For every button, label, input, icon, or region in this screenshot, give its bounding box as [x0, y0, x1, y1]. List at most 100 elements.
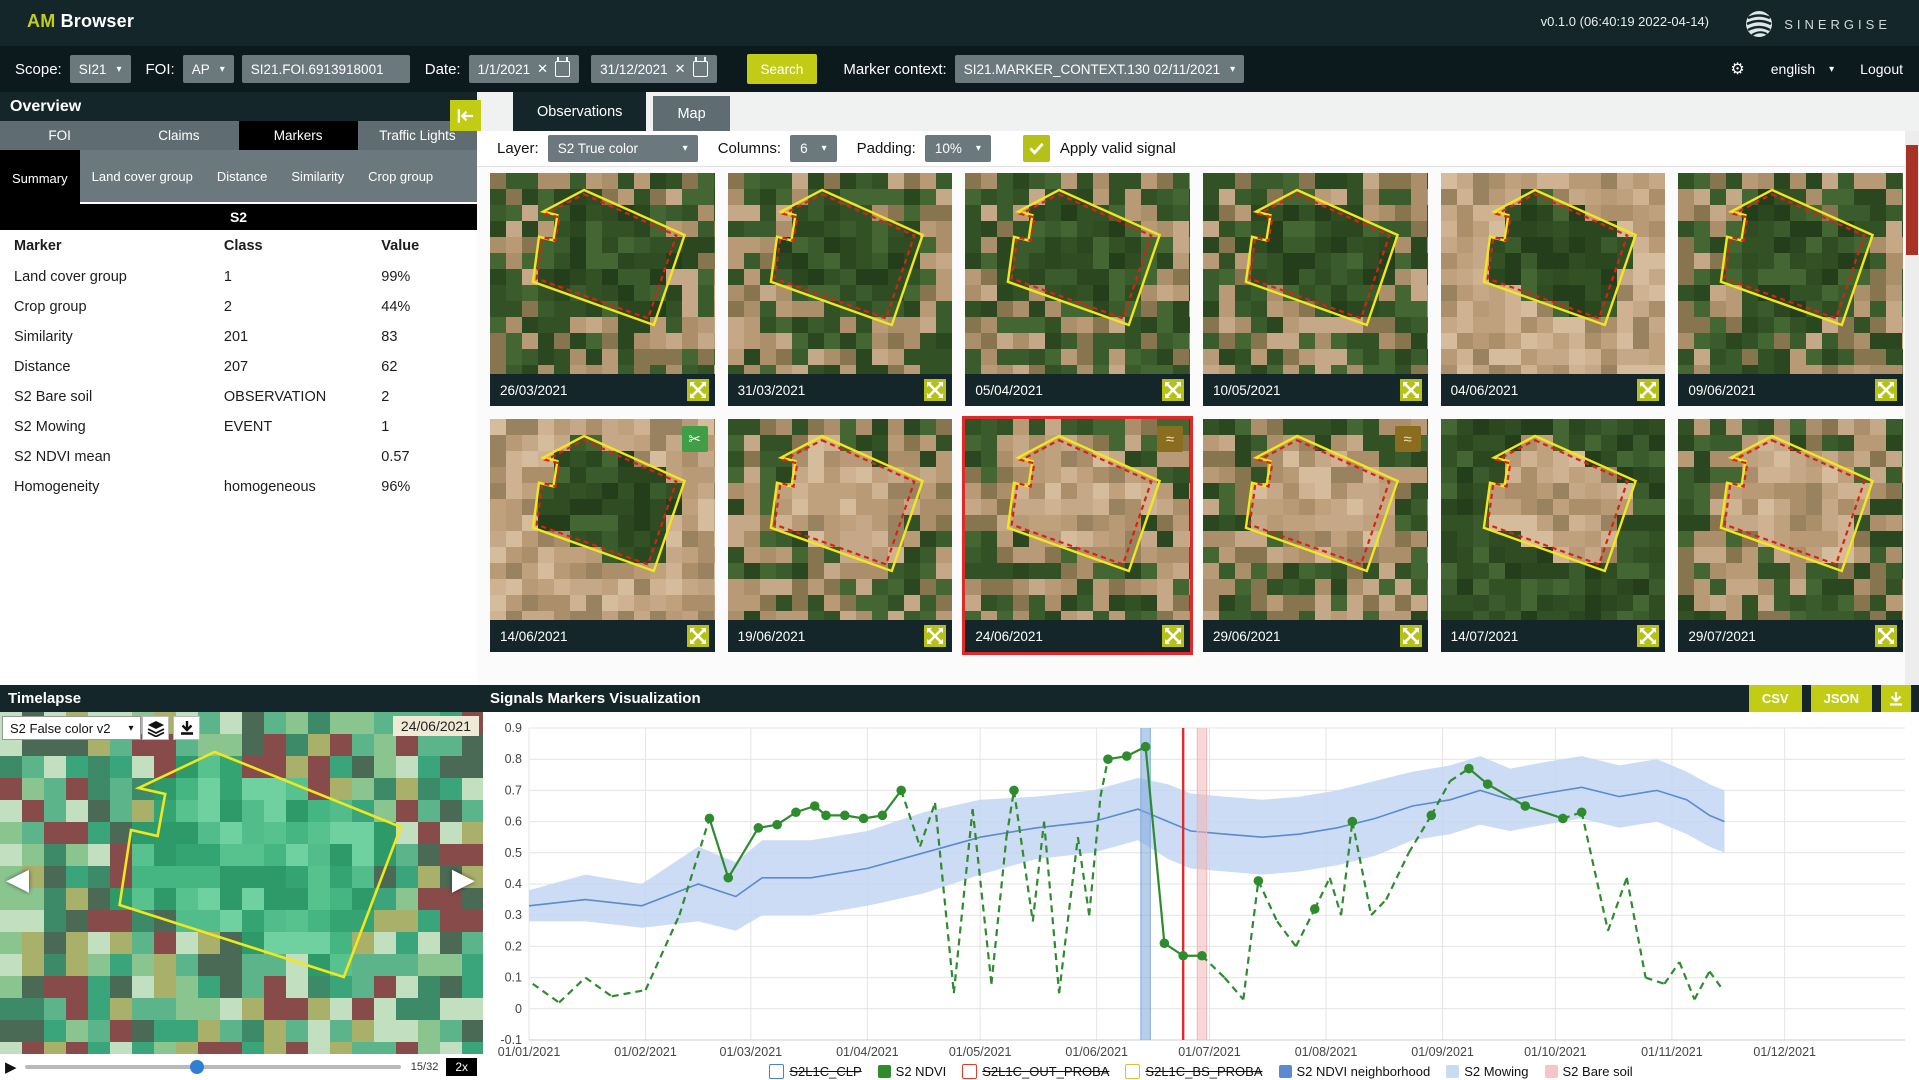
observation-tile-bar: 26/03/2021 [490, 374, 715, 406]
date-to-input[interactable]: 31/12/2021 ✕ [591, 55, 716, 83]
gear-icon[interactable]: ⚙ [1730, 59, 1744, 79]
download-icon [1888, 691, 1904, 707]
legend-label: S2L1C_OUT_PROBA [982, 1064, 1109, 1079]
observation-tile[interactable]: ≈24/06/2021 [965, 419, 1190, 652]
chart-download-button[interactable] [1881, 685, 1911, 712]
foi-id-input[interactable]: SI21.FOI.6913918001 [242, 55, 410, 83]
legend-item-s2l1c-out-proba[interactable]: S2L1C_OUT_PROBA [962, 1064, 1109, 1079]
expand-icon[interactable] [1400, 625, 1422, 647]
expand-icon[interactable] [687, 625, 709, 647]
observation-image[interactable] [728, 173, 953, 374]
play-button[interactable]: ▶ [5, 1058, 17, 1076]
grid-scrollbar-thumb[interactable] [1906, 145, 1918, 255]
logout-button[interactable]: Logout [1860, 61, 1903, 77]
sidebar-tab-claims[interactable]: Claims [119, 121, 238, 150]
timelapse-layer-select[interactable]: S2 False color v2▾ [2, 716, 141, 740]
expand-icon[interactable] [1875, 625, 1897, 647]
scope-select[interactable]: SI21▾ [70, 55, 131, 83]
observation-image[interactable] [1441, 419, 1666, 620]
date-from-input[interactable]: 1/1/2021 ✕ [469, 55, 579, 83]
columns-select[interactable]: 6▾ [790, 135, 837, 162]
apply-valid-signal-checkbox[interactable] [1023, 135, 1050, 162]
timelapse-slider[interactable] [25, 1065, 401, 1069]
json-export-button[interactable]: JSON [1811, 685, 1872, 712]
sidebar-tab-markers[interactable]: Markers [239, 121, 358, 150]
observation-tile[interactable]: 09/06/2021 [1678, 173, 1903, 406]
csv-export-button[interactable]: CSV [1749, 685, 1802, 712]
marker-context-select[interactable]: SI21.MARKER_CONTEXT.130 02/11/2021▾ [955, 55, 1244, 83]
previous-frame-arrow[interactable]: ◀ [6, 862, 29, 897]
check-icon [1029, 142, 1044, 155]
table-cell: EVENT [210, 412, 367, 442]
next-frame-arrow[interactable]: ▶ [452, 862, 475, 897]
timelapse-slider-thumb[interactable] [190, 1060, 204, 1074]
observation-tile[interactable]: ≈29/06/2021 [1203, 419, 1428, 652]
expand-icon[interactable] [687, 379, 709, 401]
observation-image[interactable] [1678, 173, 1903, 374]
search-button[interactable]: Search [747, 54, 818, 84]
observation-tile[interactable]: 19/06/2021 [728, 419, 953, 652]
tab-observations[interactable]: Observations [513, 92, 646, 131]
observation-image[interactable] [1678, 419, 1903, 620]
observation-tile[interactable]: 26/03/2021 [490, 173, 715, 406]
clear-date-icon[interactable]: ✕ [675, 61, 686, 77]
observation-image[interactable] [1203, 173, 1428, 374]
observation-image[interactable]: ≈ [965, 419, 1190, 620]
sidebar-subtab-summary[interactable]: Summary [0, 150, 80, 206]
expand-icon[interactable] [1162, 379, 1184, 401]
overview-title: Overview [0, 92, 477, 121]
layer-select[interactable]: S2 True color▾ [548, 135, 698, 162]
legend-label: S2L1C_CLP [789, 1064, 861, 1079]
sidebar-tab-foi[interactable]: FOI [0, 121, 119, 150]
table-cell: 207 [210, 352, 367, 382]
observation-tile[interactable]: 31/03/2021 [728, 173, 953, 406]
observation-image[interactable]: ≈ [1203, 419, 1428, 620]
expand-icon[interactable] [924, 625, 946, 647]
calendar-icon[interactable] [555, 61, 570, 77]
tab-map[interactable]: Map [653, 96, 729, 131]
timelapse-layers-button[interactable] [142, 716, 169, 740]
calendar-icon[interactable] [693, 61, 708, 77]
observation-tile[interactable]: 29/07/2021 [1678, 419, 1903, 652]
observation-image[interactable] [965, 173, 1190, 374]
expand-icon[interactable] [1875, 379, 1897, 401]
signals-chart-panel: 0.90.80.70.60.50.40.30.20.10-0.101/01/20… [483, 712, 1919, 1080]
timelapse-download-button[interactable] [173, 716, 200, 740]
legend-item-s2-ndvi[interactable]: S2 NDVI [878, 1064, 947, 1079]
observation-image[interactable] [1441, 173, 1666, 374]
sidebar-subtab-crop-group[interactable]: Crop group [356, 150, 445, 202]
observation-image[interactable]: ✂ [490, 419, 715, 620]
padding-select[interactable]: 10%▾ [925, 135, 991, 162]
sidebar-subtab-land-cover-group[interactable]: Land cover group [80, 150, 205, 202]
expand-icon[interactable] [924, 379, 946, 401]
observation-tile[interactable]: 05/04/2021 [965, 173, 1190, 406]
bare-soil-icon: ≈ [1157, 426, 1183, 452]
observation-tile[interactable]: 10/05/2021 [1203, 173, 1428, 406]
legend-item-s2l1c-clp[interactable]: S2L1C_CLP [769, 1064, 861, 1079]
expand-icon[interactable] [1637, 379, 1659, 401]
observation-date: 26/03/2021 [500, 383, 568, 398]
signals-chart: 0.90.80.70.60.50.40.30.20.10-0.101/01/20… [483, 712, 1919, 1056]
observation-tile[interactable]: 04/06/2021 [1441, 173, 1666, 406]
expand-icon[interactable] [1637, 625, 1659, 647]
observation-tile[interactable]: ✂14/06/2021 [490, 419, 715, 652]
sidebar-subtab-distance[interactable]: Distance [205, 150, 280, 202]
table-row: S2 MowingEVENT1 [0, 412, 477, 442]
playback-speed-button[interactable]: 2x [446, 1058, 477, 1076]
expand-icon[interactable] [1400, 379, 1422, 401]
clear-date-icon[interactable]: ✕ [537, 61, 548, 77]
legend-item-s2-mowing[interactable]: S2 Mowing [1446, 1064, 1528, 1079]
legend-item-s2-bare-soil[interactable]: S2 Bare soil [1545, 1064, 1633, 1079]
expand-icon[interactable] [1162, 625, 1184, 647]
observation-tile[interactable]: 14/07/2021 [1441, 419, 1666, 652]
grid-scrollbar[interactable] [1905, 131, 1919, 685]
observation-image[interactable] [490, 173, 715, 374]
language-select[interactable]: english▾ [1771, 61, 1834, 77]
sidebar-collapse-button[interactable] [450, 100, 481, 131]
svg-text:01/02/2021: 01/02/2021 [614, 1045, 677, 1056]
foi-type-select[interactable]: AP▾ [183, 55, 234, 83]
sidebar-subtab-similarity[interactable]: Similarity [279, 150, 356, 202]
observation-image[interactable] [728, 419, 953, 620]
legend-item-s2-ndvi-neighborhood[interactable]: S2 NDVI neighborhood [1279, 1064, 1431, 1079]
legend-item-s2l1c-bs-proba[interactable]: S2L1C_BS_PROBA [1125, 1064, 1262, 1079]
